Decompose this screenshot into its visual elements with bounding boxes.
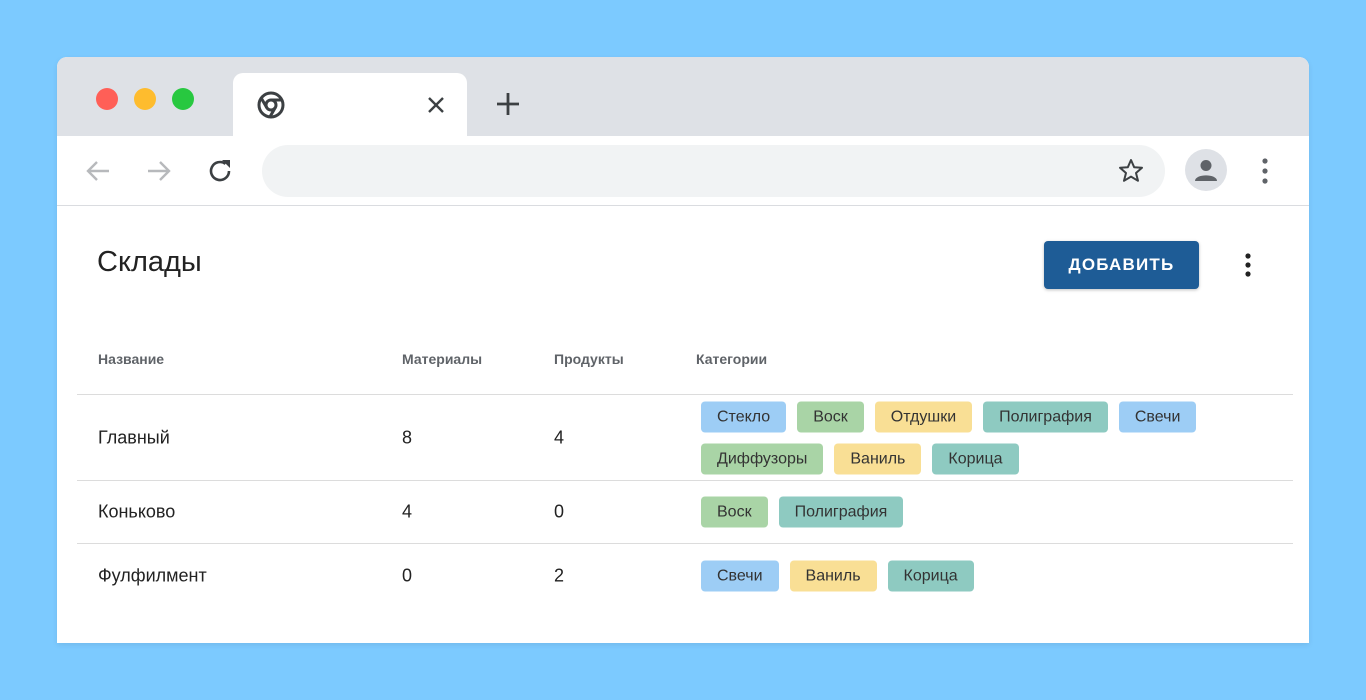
- browser-tab[interactable]: [233, 73, 467, 136]
- cell-name: Фулфилмент: [98, 565, 207, 585]
- category-chip[interactable]: Ваниль: [834, 443, 922, 474]
- browser-menu-icon[interactable]: [1253, 154, 1277, 188]
- column-header-products[interactable]: Продукты: [554, 351, 624, 367]
- category-chip[interactable]: Корица: [887, 560, 974, 591]
- category-chips: Воск Полиграфия: [701, 496, 1261, 528]
- column-header-materials[interactable]: Материалы: [402, 351, 482, 367]
- category-chip[interactable]: Свечи: [701, 560, 779, 591]
- table-row[interactable]: Коньково 4 0 Воск Полиграфия: [77, 481, 1293, 544]
- table-row[interactable]: Фулфилмент 0 2 Свечи Ваниль Корица: [77, 544, 1293, 607]
- category-chip[interactable]: Воск: [797, 401, 864, 432]
- category-chip[interactable]: Ваниль: [789, 560, 877, 591]
- cell-products: 2: [554, 565, 565, 585]
- tab-strip: [57, 57, 1309, 136]
- category-chip[interactable]: Диффузоры: [701, 443, 824, 474]
- category-chip[interactable]: Воск: [701, 496, 768, 528]
- category-chip[interactable]: Свечи: [1118, 401, 1197, 432]
- cell-name: Коньково: [98, 501, 176, 522]
- cell-materials: 4: [402, 501, 413, 522]
- chrome-favicon-icon: [256, 90, 286, 120]
- back-arrow-icon[interactable]: [81, 154, 115, 188]
- category-chip[interactable]: Корица: [932, 443, 1019, 474]
- category-chip[interactable]: Стекло: [701, 401, 787, 432]
- add-button[interactable]: ДОБАВИТЬ: [1044, 241, 1199, 289]
- table-header: Название Материалы Продукты Категории: [77, 351, 1293, 395]
- cell-products: 0: [554, 501, 565, 522]
- column-header-name[interactable]: Название: [98, 351, 164, 367]
- page-title: Склады: [97, 246, 202, 278]
- browser-window: Склады ДОБАВИТЬ Название Материалы Проду…: [57, 57, 1309, 643]
- category-chips: Стекло Воск Отдушки Полиграфия Свечи Диффузор…: [701, 401, 1261, 474]
- forward-arrow-icon[interactable]: [142, 154, 176, 188]
- bookmark-star-icon[interactable]: [1117, 157, 1145, 185]
- cell-materials: 0: [402, 565, 413, 585]
- profile-avatar-icon[interactable]: [1185, 149, 1227, 191]
- close-window-button[interactable]: [96, 88, 118, 110]
- category-chip[interactable]: Полиграфия: [983, 401, 1108, 432]
- category-chip[interactable]: Полиграфия: [778, 496, 904, 528]
- browser-toolbar: [57, 136, 1309, 206]
- new-tab-icon[interactable]: [493, 89, 523, 119]
- cell-name: Главный: [98, 427, 170, 447]
- page-content: Склады ДОБАВИТЬ Название Материалы Проду…: [57, 206, 1309, 643]
- category-chip[interactable]: Отдушки: [874, 401, 973, 432]
- cell-materials: 8: [402, 427, 413, 447]
- table-row[interactable]: Главный 8 4 Стекло Воск Отдушки Полиграфия Свеч…: [77, 395, 1293, 481]
- column-header-categories[interactable]: Категории: [696, 351, 767, 367]
- maximize-window-button[interactable]: [172, 88, 194, 110]
- tab-close-icon[interactable]: [423, 90, 449, 120]
- more-options-icon[interactable]: [1237, 248, 1259, 282]
- category-chips: Свечи Ваниль Корица: [701, 560, 1261, 591]
- minimize-window-button[interactable]: [134, 88, 156, 110]
- address-bar[interactable]: [262, 145, 1165, 197]
- cell-products: 4: [554, 427, 565, 447]
- reload-icon[interactable]: [203, 154, 237, 188]
